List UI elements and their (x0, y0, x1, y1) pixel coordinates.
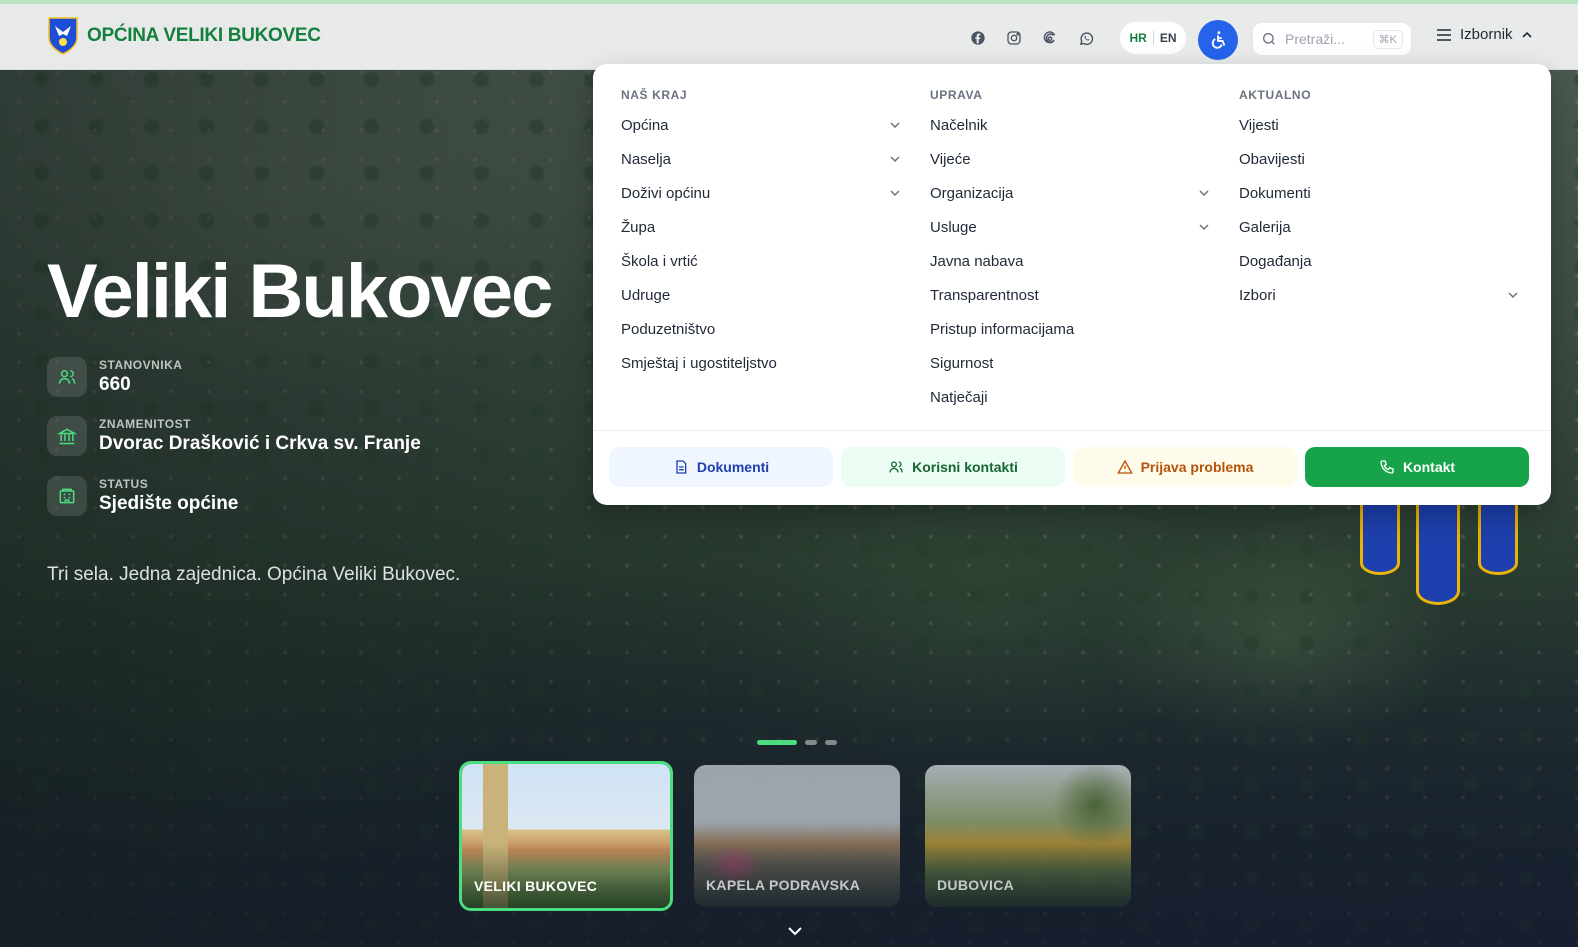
hero-title: Veliki Bukovec (47, 249, 553, 334)
search-shortcut-hint: ⌘K (1372, 29, 1403, 49)
useful-contacts-button[interactable]: Korisni kontakti (841, 447, 1065, 487)
banner-flag (1416, 505, 1460, 605)
menu-toggle-button[interactable]: Izbornik (1436, 26, 1533, 43)
stat-label: ZNAMENITOST (99, 417, 191, 431)
menu-item-javna-nabava[interactable]: Javna nabava (930, 244, 1210, 278)
menu-item-izbori[interactable]: Izbori (1239, 278, 1519, 312)
menu-item-udruge[interactable]: Udruge (621, 278, 901, 312)
menu-column-nas-kraj: NAŠ KRAJ Općina Naselja Doživi općinu Žu… (621, 88, 901, 380)
menu-column-heading: UPRAVA (930, 88, 983, 102)
chevron-down-icon (890, 122, 900, 129)
menu-column-heading: AKTUALNO (1239, 88, 1312, 102)
contact-button[interactable]: Kontakt (1305, 447, 1529, 487)
village-card-dubovica[interactable]: DUBOVICA (925, 765, 1131, 907)
banner-flag (1360, 505, 1400, 575)
menu-item-sigurnost[interactable]: Sigurnost (930, 346, 1210, 380)
documents-quick-button[interactable]: Dokumenti (609, 447, 833, 487)
stat-label: STANOVNIKA (99, 358, 183, 372)
search-box[interactable]: ⌘K (1252, 22, 1412, 56)
coat-of-arms-icon (48, 17, 78, 55)
stat-landmark: ZNAMENITOST Dvorac Drašković i Crkva sv.… (47, 416, 421, 456)
lang-hr[interactable]: HR (1129, 31, 1146, 45)
menu-item-skola-i-vrtic[interactable]: Škola i vrtić (621, 244, 901, 278)
site-header: OPĆINA VELIKI BUKOVEC HR EN ⌘K Izbornik (0, 4, 1578, 70)
document-icon (676, 460, 687, 474)
menu-item-opcina[interactable]: Općina (621, 108, 901, 142)
search-input[interactable] (1285, 31, 1357, 47)
hamburger-icon (1437, 28, 1451, 41)
chevron-down-icon (890, 156, 900, 163)
warning-icon (1116, 459, 1133, 474)
threads-icon[interactable] (1040, 28, 1060, 48)
landmark-icon (47, 416, 87, 456)
users-icon (47, 357, 87, 397)
carousel-dot-active[interactable] (757, 740, 797, 745)
accessibility-button[interactable] (1198, 20, 1238, 60)
village-card-kapela-podravska[interactable]: KAPELA PODRAVSKA (694, 765, 900, 907)
menu-item-zupa[interactable]: Župa (621, 210, 901, 244)
report-problem-button[interactable]: Prijava problema (1073, 447, 1297, 487)
lang-en[interactable]: EN (1160, 31, 1177, 45)
scroll-down-chevron-icon[interactable] (786, 922, 804, 940)
stat-value: Dvorac Drašković i Crkva sv. Franje (99, 433, 421, 454)
menu-column-heading: NAŠ KRAJ (621, 88, 688, 102)
stat-status: STATUS Sjedište općine (47, 476, 238, 516)
chevron-down-icon (890, 190, 900, 197)
language-switcher: HR EN (1120, 22, 1186, 54)
building-icon (47, 476, 87, 516)
chevron-down-icon (1199, 190, 1209, 197)
stat-population: STANOVNIKA 660 (47, 357, 182, 397)
stat-label: STATUS (99, 477, 149, 491)
phone-icon (1380, 460, 1394, 474)
stat-value: Sjedište općine (99, 493, 239, 514)
village-name: DUBOVICA (937, 877, 1015, 893)
site-name: OPĆINA VELIKI BUKOVEC (87, 25, 321, 46)
menu-item-natjecaji[interactable]: Natječaji (930, 380, 1210, 414)
menu-item-transparentnost[interactable]: Transparentnost (930, 278, 1210, 312)
users-icon (889, 461, 903, 473)
carousel-dot[interactable] (825, 740, 837, 745)
banner-flag (1478, 505, 1518, 575)
mega-menu-dropdown: NAŠ KRAJ Općina Naselja Doživi općinu Žu… (593, 64, 1551, 505)
stat-value: 660 (99, 374, 131, 395)
menu-item-usluge[interactable]: Usluge (930, 210, 1210, 244)
hero-tagline: Tri sela. Jedna zajednica. Općina Veliki… (47, 564, 461, 585)
menu-item-obavijesti[interactable]: Obavijesti (1239, 142, 1519, 176)
menu-item-naselja[interactable]: Naselja (621, 142, 901, 176)
instagram-icon[interactable] (1004, 28, 1024, 48)
site-logo-link[interactable]: OPĆINA VELIKI BUKOVEC (47, 16, 321, 56)
menu-item-dozivi-opcinu[interactable]: Doživi općinu (621, 176, 901, 210)
menu-column-uprava: UPRAVA Načelnik Vijeće Organizacija Uslu… (930, 88, 1210, 414)
menu-item-dogadanja[interactable]: Događanja (1239, 244, 1519, 278)
menu-toggle-label: Izbornik (1460, 26, 1513, 43)
menu-item-pristup-informacijama[interactable]: Pristup informacijama (930, 312, 1210, 346)
menu-item-galerija[interactable]: Galerija (1239, 210, 1519, 244)
menu-item-organizacija[interactable]: Organizacija (930, 176, 1210, 210)
whatsapp-icon[interactable] (1076, 28, 1096, 48)
menu-column-aktualno: AKTUALNO Vijesti Obavijesti Dokumenti Ga… (1239, 88, 1519, 312)
village-card-veliki-bukovec[interactable]: VELIKI BUKOVEC (459, 761, 673, 911)
chevron-down-icon (1508, 292, 1518, 299)
accessibility-icon (1211, 31, 1226, 49)
mega-menu-footer: Dokumenti Korisni kontakti Prijava probl… (593, 430, 1551, 505)
menu-item-nacelnik[interactable]: Načelnik (930, 108, 1210, 142)
menu-item-poduzetnistvo[interactable]: Poduzetništvo (621, 312, 901, 346)
village-name: VELIKI BUKOVEC (474, 878, 598, 894)
menu-item-vijesti[interactable]: Vijesti (1239, 108, 1519, 142)
lang-divider (1152, 31, 1154, 45)
village-name: KAPELA PODRAVSKA (706, 877, 861, 893)
menu-item-vijece[interactable]: Vijeće (930, 142, 1210, 176)
chevron-up-icon (1521, 31, 1532, 38)
carousel-dot[interactable] (805, 740, 817, 745)
menu-item-smjestaj[interactable]: Smještaj i ugostiteljstvo (621, 346, 901, 380)
menu-item-dokumenti[interactable]: Dokumenti (1239, 176, 1519, 210)
facebook-icon[interactable] (968, 28, 988, 48)
search-icon (1263, 33, 1275, 45)
chevron-down-icon (1199, 224, 1209, 231)
